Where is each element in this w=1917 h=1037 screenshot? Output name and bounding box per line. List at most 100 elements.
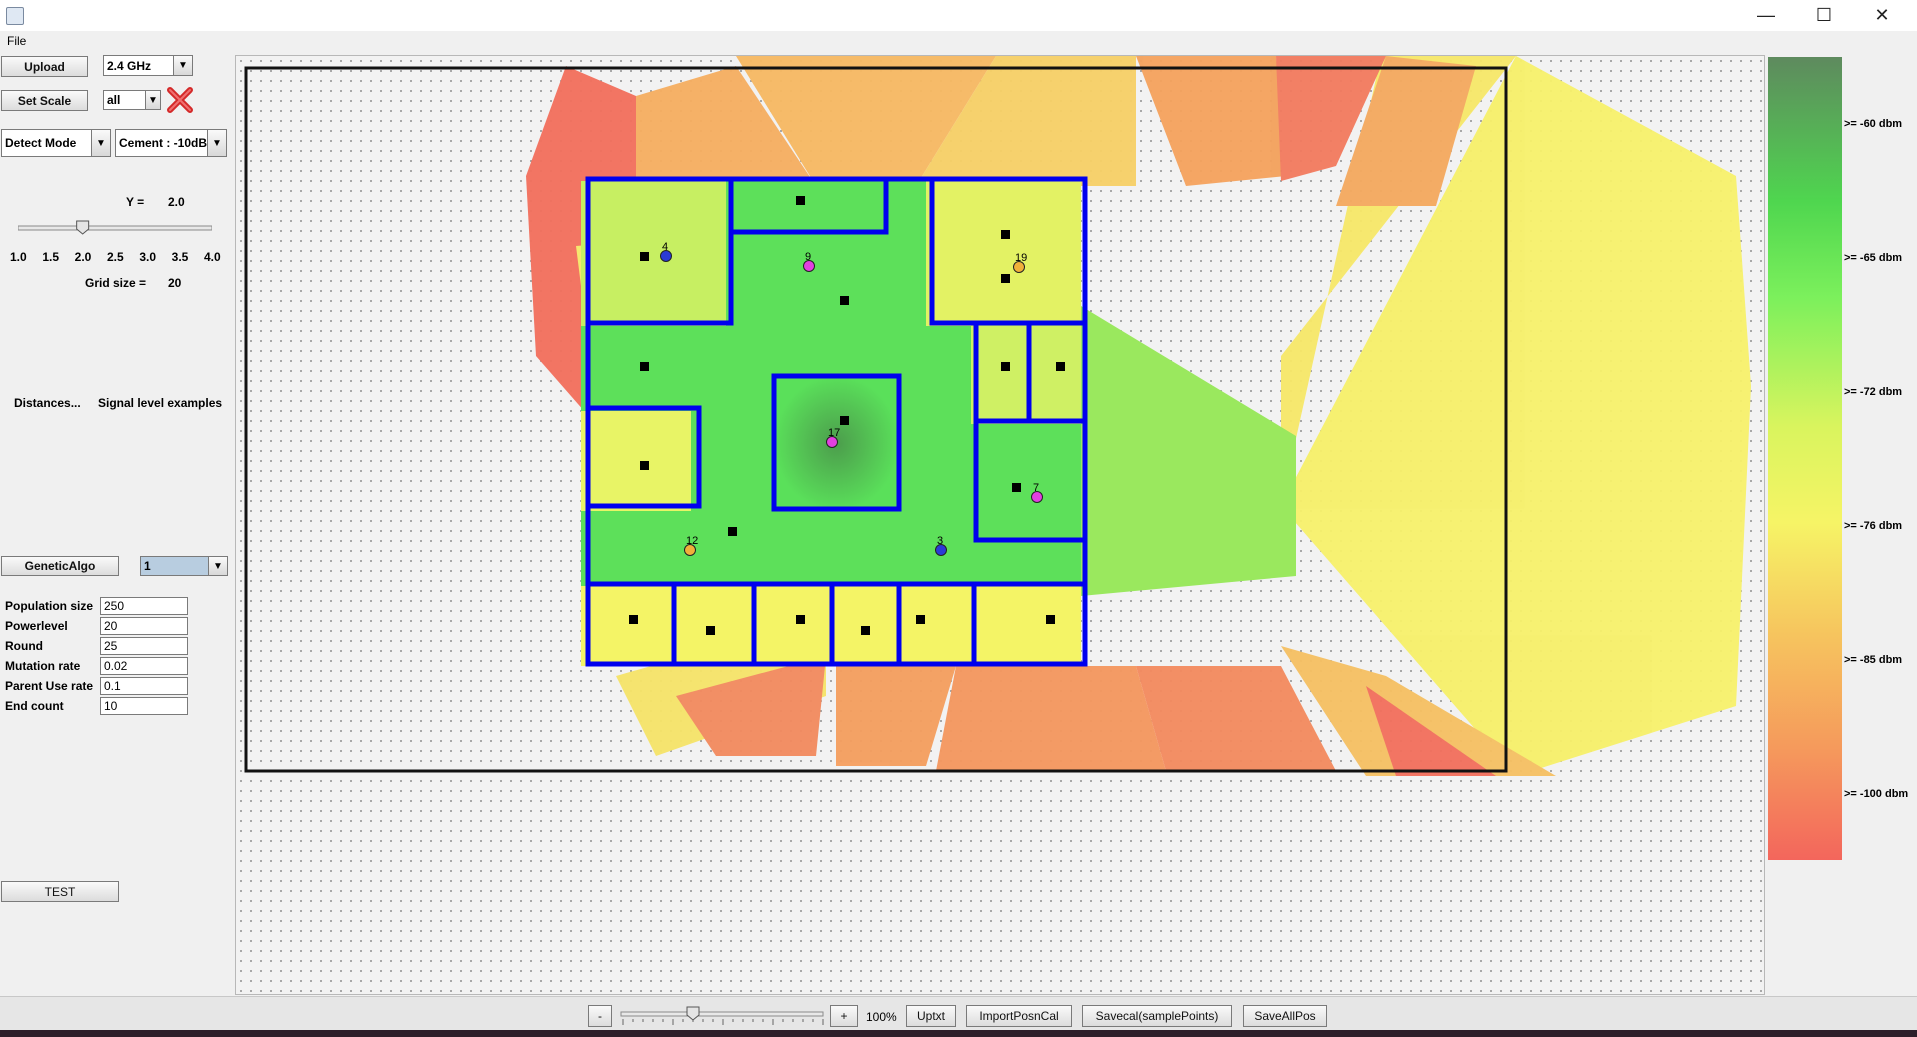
sample-point[interactable] bbox=[916, 615, 925, 624]
sample-point[interactable] bbox=[1001, 274, 1010, 283]
sample-point[interactable] bbox=[629, 615, 638, 624]
zoom-slider-track bbox=[620, 1006, 824, 1025]
param-label: Population size bbox=[5, 599, 94, 613]
legend-label: >= -100 dbm bbox=[1844, 788, 1909, 800]
detect-mode-select[interactable]: Detect Mode ▼ bbox=[1, 129, 111, 157]
distances-link[interactable]: Distances... bbox=[14, 396, 81, 410]
gamma-value: 2.0 bbox=[168, 195, 185, 209]
uptxt-button[interactable]: Uptxt bbox=[906, 1005, 956, 1027]
gamma-slider-track bbox=[17, 220, 213, 235]
gamma-label: Y = bbox=[126, 195, 145, 209]
access-point-label: 4 bbox=[662, 241, 668, 253]
algo-run-value: 1 bbox=[144, 559, 151, 573]
slider-thumb[interactable] bbox=[76, 220, 90, 235]
param-label: Powerlevel bbox=[5, 619, 68, 633]
scope-select-value: all bbox=[107, 93, 121, 107]
zoom-thumb-shape[interactable] bbox=[686, 1006, 700, 1021]
sample-point[interactable] bbox=[706, 626, 715, 635]
upload-button[interactable]: Upload bbox=[1, 56, 88, 77]
slider-tick-label: 1.5 bbox=[42, 250, 60, 264]
slider-thumb-shape[interactable] bbox=[76, 220, 90, 235]
sample-point[interactable] bbox=[840, 416, 849, 425]
powerlevel-field[interactable] bbox=[100, 617, 188, 635]
test-button[interactable]: TEST bbox=[1, 881, 119, 902]
scope-select[interactable]: all ▼ bbox=[103, 90, 161, 110]
access-point-label: 9 bbox=[805, 251, 811, 263]
sample-point[interactable] bbox=[1012, 483, 1021, 492]
maximize-button[interactable]: ☐ bbox=[1795, 0, 1853, 31]
legend-label: >= -72 dbm bbox=[1844, 386, 1903, 398]
sample-point[interactable] bbox=[640, 362, 649, 371]
zoom-slider[interactable] bbox=[620, 1005, 826, 1027]
legend-label: >= -60 dbm bbox=[1844, 118, 1903, 130]
heat-zone bbox=[971, 324, 1081, 424]
zoom-ticks bbox=[622, 1019, 824, 1025]
title-bar: — ☐ ✕ bbox=[0, 0, 1917, 31]
zoom-in-button[interactable]: + bbox=[830, 1005, 858, 1027]
band-select[interactable]: 2.4 GHz ▼ bbox=[103, 55, 193, 76]
menu-bar: File bbox=[0, 31, 1917, 53]
slider-tick-label: 3.0 bbox=[139, 250, 157, 264]
chevron-down-icon: ▼ bbox=[173, 56, 192, 75]
close-button[interactable]: ✕ bbox=[1853, 0, 1911, 31]
java-app-icon bbox=[6, 7, 24, 25]
sample-point[interactable] bbox=[796, 196, 805, 205]
floorplan-canvas[interactable]: 4 9 19 17 7 12 3 bbox=[235, 55, 1765, 995]
access-point-label: 19 bbox=[1015, 252, 1027, 264]
sample-point[interactable] bbox=[1001, 230, 1010, 239]
band-select-value: 2.4 GHz bbox=[107, 58, 152, 73]
algo-run-select[interactable]: 1 ▼ bbox=[140, 556, 228, 576]
sample-point[interactable] bbox=[640, 461, 649, 470]
slider-tick-label: 2.5 bbox=[107, 250, 124, 264]
param-label: Mutation rate bbox=[5, 659, 81, 673]
mutation-rate-field[interactable] bbox=[100, 657, 188, 675]
delete-icon[interactable] bbox=[166, 86, 194, 114]
legend-label: >= -65 dbm bbox=[1844, 252, 1903, 264]
parent-use-rate-field[interactable] bbox=[100, 677, 188, 695]
slider-tick-label: 4.0 bbox=[204, 250, 221, 264]
access-point-label: 7 bbox=[1033, 482, 1039, 494]
slider-thumb[interactable] bbox=[686, 1006, 700, 1021]
genetic-algo-button[interactable]: GeneticAlgo bbox=[1, 556, 119, 576]
access-point-label: 12 bbox=[686, 535, 698, 547]
taskbar-strip bbox=[0, 1030, 1917, 1037]
menu-file[interactable]: File bbox=[7, 34, 26, 48]
save-all-pos-button[interactable]: SaveAllPos bbox=[1243, 1005, 1327, 1027]
sample-point[interactable] bbox=[1046, 615, 1055, 624]
grid-size-label: Grid size = bbox=[85, 276, 147, 290]
sample-point[interactable] bbox=[861, 626, 870, 635]
round-field[interactable] bbox=[100, 637, 188, 655]
access-point-label: 17 bbox=[828, 427, 840, 439]
sample-point[interactable] bbox=[640, 252, 649, 261]
heat-zone bbox=[936, 666, 1166, 771]
slider-tick-label: 3.5 bbox=[171, 250, 189, 264]
sample-point[interactable] bbox=[1001, 362, 1010, 371]
signal-legend-bar bbox=[1768, 57, 1842, 860]
savecal-button[interactable]: Savecal(samplePoints) bbox=[1082, 1005, 1232, 1027]
param-label: Parent Use rate bbox=[5, 679, 94, 693]
legend-label: >= -76 dbm bbox=[1844, 520, 1903, 532]
signal-examples-link[interactable]: Signal level examples bbox=[98, 396, 222, 410]
set-scale-button[interactable]: Set Scale bbox=[1, 90, 88, 111]
gamma-slider[interactable] bbox=[17, 219, 213, 235]
import-posn-cal-button[interactable]: ImportPosnCal bbox=[966, 1005, 1072, 1027]
param-label: End count bbox=[5, 699, 64, 713]
zoom-out-button[interactable]: - bbox=[588, 1005, 612, 1027]
sample-point[interactable] bbox=[728, 527, 737, 536]
population-size-field[interactable] bbox=[100, 597, 188, 615]
sample-point[interactable] bbox=[840, 296, 849, 305]
sample-point[interactable] bbox=[1056, 362, 1065, 371]
end-count-field[interactable] bbox=[100, 697, 188, 715]
sample-point[interactable] bbox=[796, 615, 805, 624]
coverage-core bbox=[581, 181, 1296, 666]
heat-zone bbox=[926, 181, 1081, 326]
slider-tick-label: 2.0 bbox=[74, 250, 92, 264]
gamma-tick-labels: 1.0 1.5 2.0 2.5 3.0 3.5 4.0 bbox=[8, 250, 233, 266]
minimize-button[interactable]: — bbox=[1737, 0, 1795, 31]
material-select[interactable]: Cement : -10dB ▼ bbox=[115, 129, 227, 157]
heat-zone bbox=[581, 411, 691, 511]
zoom-level: 100% bbox=[866, 1010, 897, 1024]
chevron-down-icon: ▼ bbox=[145, 91, 160, 109]
heat-zone bbox=[1136, 56, 1286, 186]
param-label: Round bbox=[5, 639, 43, 653]
